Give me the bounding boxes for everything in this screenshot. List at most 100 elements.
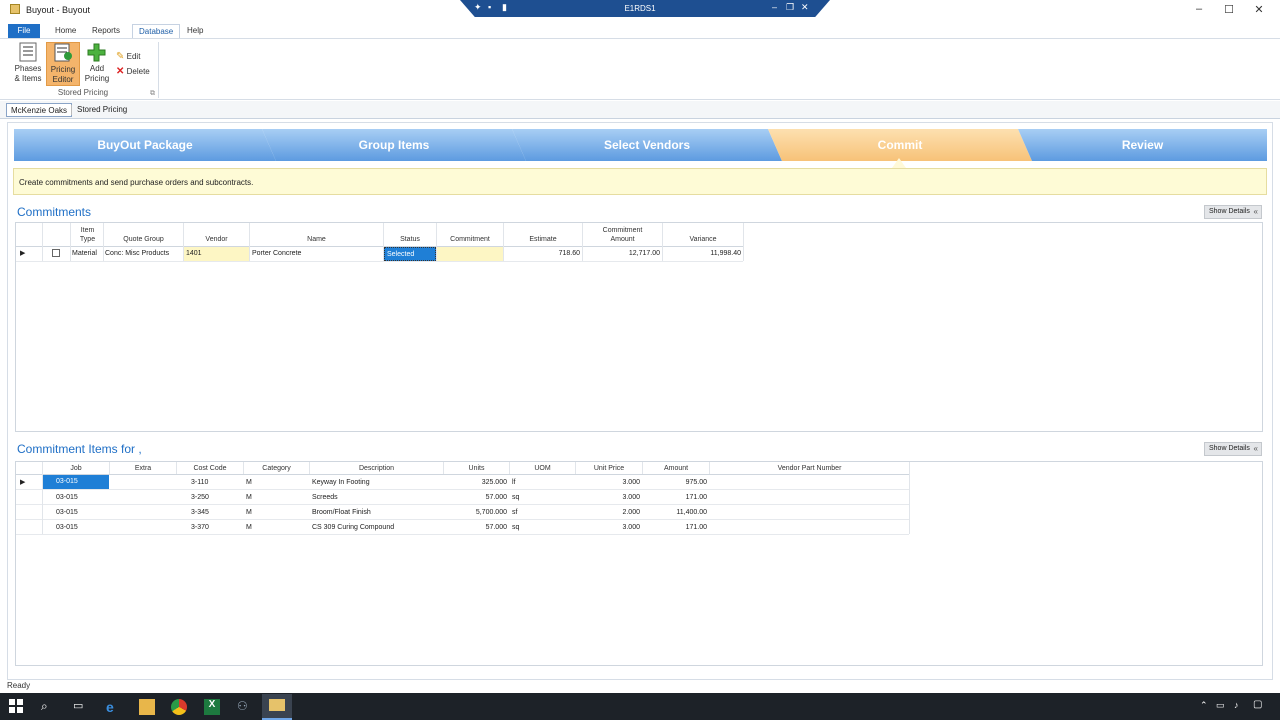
- cell-category: M: [246, 524, 252, 531]
- col-vendor[interactable]: Vendor: [184, 235, 249, 244]
- search-icon[interactable]: ⌕: [41, 699, 57, 715]
- doc-tab-stored-pricing[interactable]: Stored Pricing: [73, 103, 131, 117]
- network-icon[interactable]: ▭: [1216, 700, 1225, 711]
- delete-button[interactable]: ✕ Delete: [116, 66, 150, 77]
- add-pricing-icon: [86, 42, 108, 62]
- col-name[interactable]: Name: [250, 235, 383, 244]
- group-launcher-icon[interactable]: ⧉: [150, 90, 155, 98]
- col-commitment[interactable]: Commitment: [437, 235, 503, 244]
- pricing-editor-button[interactable]: Pricing Editor: [46, 42, 80, 86]
- step-group-items[interactable]: Group Items: [262, 129, 526, 161]
- cell-amount: 171.00: [685, 494, 707, 501]
- notifications-icon[interactable]: ▢: [1253, 699, 1262, 710]
- close-button[interactable]: ✕: [1244, 3, 1274, 16]
- col-extra[interactable]: Extra: [110, 464, 176, 473]
- cell-description: Broom/Float Finish: [312, 509, 371, 516]
- col-amount[interactable]: Amount: [643, 464, 709, 473]
- col-category[interactable]: Category: [244, 464, 309, 473]
- info-message: Create commitments and send purchase ord…: [13, 168, 1267, 195]
- taskbar: [0, 693, 1280, 720]
- step-commit[interactable]: Commit: [768, 129, 1032, 161]
- cell-amount: 171.00: [685, 524, 707, 531]
- edit-button[interactable]: ✎ Edit: [116, 51, 140, 62]
- pin-icon[interactable]: ✦: [474, 2, 482, 13]
- step-review[interactable]: Review: [1018, 129, 1267, 161]
- row-checkbox[interactable]: [52, 249, 60, 257]
- col-cost-code[interactable]: Cost Code: [177, 464, 243, 473]
- col-vendor-part-number[interactable]: Vendor Part Number: [710, 464, 909, 473]
- step-buyout-package[interactable]: BuyOut Package: [14, 129, 276, 161]
- rdp-minimize-icon[interactable]: –: [772, 2, 777, 12]
- items-show-details-button[interactable]: Show Details «: [1204, 442, 1262, 456]
- cell-cost-code: 3-110: [191, 479, 209, 486]
- cell-item-type: Material: [72, 250, 97, 257]
- task-view-icon[interactable]: ▭: [73, 699, 89, 715]
- col-uom[interactable]: UOM: [510, 464, 575, 473]
- col-job[interactable]: Job: [43, 464, 109, 473]
- edge-browser-icon[interactable]: e: [106, 699, 122, 715]
- col-description[interactable]: Description: [310, 464, 443, 473]
- step-select-vendors[interactable]: Select Vendors: [512, 129, 782, 161]
- rdp-restore-icon[interactable]: ❐: [786, 2, 794, 13]
- window-title: Buyout - Buyout: [26, 5, 91, 15]
- cell-cost-code: 3-250: [191, 494, 209, 501]
- connection-icon[interactable]: ⚇: [237, 699, 253, 715]
- volume-icon[interactable]: ♪: [1234, 700, 1239, 710]
- start-icon[interactable]: [9, 699, 25, 715]
- app-icon: [10, 4, 20, 14]
- cell-uom: sf: [512, 509, 518, 516]
- col-item-type[interactable]: Item Type: [72, 226, 103, 244]
- tab-database[interactable]: Database: [132, 24, 181, 38]
- maximize-button[interactable]: ☐: [1214, 3, 1244, 16]
- cell-amount: 11,400.00: [676, 509, 707, 516]
- cell-vendor[interactable]: 1401: [184, 247, 249, 261]
- col-units[interactable]: Units: [444, 464, 509, 473]
- phases-items-button[interactable]: Phases & Items: [11, 42, 45, 86]
- commitment-items-title: Commitment Items for ,: [17, 442, 142, 456]
- phases-items-label: Phases & Items: [14, 64, 42, 83]
- file-explorer-icon[interactable]: [139, 699, 155, 715]
- cell-category: M: [246, 479, 252, 486]
- doc-tab-mckenzie-oaks[interactable]: McKenzie Oaks: [6, 103, 73, 117]
- cell-units: 5,700.000: [475, 509, 507, 516]
- row-expander-icon[interactable]: ▶: [20, 249, 25, 257]
- add-pricing-button[interactable]: Add Pricing: [80, 42, 114, 86]
- commitments-show-details-button[interactable]: Show Details «: [1204, 205, 1262, 219]
- doc-tab-divider: [71, 105, 72, 115]
- col-quote-group[interactable]: Quote Group: [104, 235, 183, 244]
- cell-description: CS 309 Curing Compound: [312, 524, 395, 531]
- ribbon: [0, 38, 1280, 100]
- col-status[interactable]: Status: [384, 235, 436, 244]
- show-details-chevron-icon: «: [1253, 207, 1258, 216]
- delete-label: Delete: [126, 67, 150, 76]
- cell-amount: 975.00: [685, 479, 707, 486]
- cell-estimate: 718.60: [558, 250, 580, 257]
- rdp-close-icon[interactable]: ✕: [801, 2, 809, 13]
- col-unit-price[interactable]: Unit Price: [576, 464, 642, 473]
- row-expander-icon[interactable]: ▶: [20, 478, 25, 486]
- cell-status[interactable]: Selected: [384, 247, 436, 261]
- cell-commitment[interactable]: [437, 247, 503, 261]
- cell-job[interactable]: 03-015: [43, 475, 109, 489]
- remote-session-title: E1RDS1: [624, 4, 656, 13]
- tab-file[interactable]: File: [8, 24, 40, 38]
- tray-chevron-icon[interactable]: ⌃: [1200, 700, 1208, 711]
- tab-reports[interactable]: Reports: [86, 24, 126, 38]
- col-commitment-amount[interactable]: Commitment Amount: [583, 226, 662, 244]
- col-variance[interactable]: Variance: [663, 235, 743, 244]
- signal-icon: ▮: [502, 2, 507, 12]
- excel-icon[interactable]: X: [204, 699, 220, 715]
- cell-unit-price: 3.000: [622, 494, 640, 501]
- tab-home[interactable]: Home: [49, 24, 82, 38]
- minimize-button[interactable]: –: [1184, 3, 1214, 15]
- cell-unit-price: 2.000: [622, 509, 640, 516]
- cell-units: 325.000: [481, 479, 507, 486]
- document-tabs: [0, 101, 1280, 119]
- chrome-icon[interactable]: [171, 699, 187, 715]
- taskbar-active-app[interactable]: [262, 694, 292, 720]
- cell-commitment-amount: 12,717.00: [628, 250, 660, 257]
- commitment-items-grid: Job Extra Cost Code Category Description…: [15, 461, 1263, 666]
- add-pricing-label: Add Pricing: [84, 64, 110, 83]
- col-estimate[interactable]: Estimate: [504, 235, 582, 244]
- tab-help[interactable]: Help: [181, 24, 209, 38]
